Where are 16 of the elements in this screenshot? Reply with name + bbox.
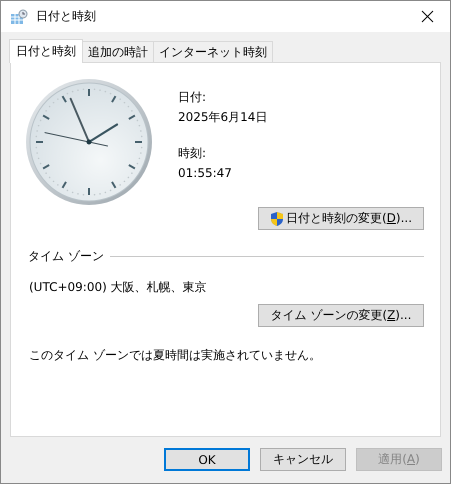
change-date-time-button[interactable]: 日付と時刻の変更(D)... — [258, 207, 424, 230]
section-heading: タイム ゾーン — [28, 248, 104, 265]
shield-icon — [270, 210, 284, 226]
time-value: 01:55:47 — [178, 165, 233, 182]
dialog-button[interactable]: OK — [164, 448, 250, 471]
date-label: 日付: — [178, 89, 208, 106]
time-zone-value: (UTC+09:00) 大阪、札幌、東京 — [29, 279, 208, 296]
window-title: 日付と時刻 — [36, 8, 97, 25]
change-time-zone-button[interactable]: タイム ゾーンの変更(Z)... — [258, 304, 424, 327]
date-value: 2025年6月14日 — [178, 109, 268, 126]
tab[interactable]: 日付と時刻 — [9, 39, 83, 63]
tab[interactable]: インターネット時刻 — [153, 41, 273, 62]
calendar-clock-icon — [10, 8, 28, 24]
dst-note: このタイム ゾーンでは夏時間は実施されていません。 — [29, 347, 322, 364]
time-label: 時刻: — [178, 145, 208, 162]
dialog-button[interactable]: キャンセル — [260, 448, 346, 471]
